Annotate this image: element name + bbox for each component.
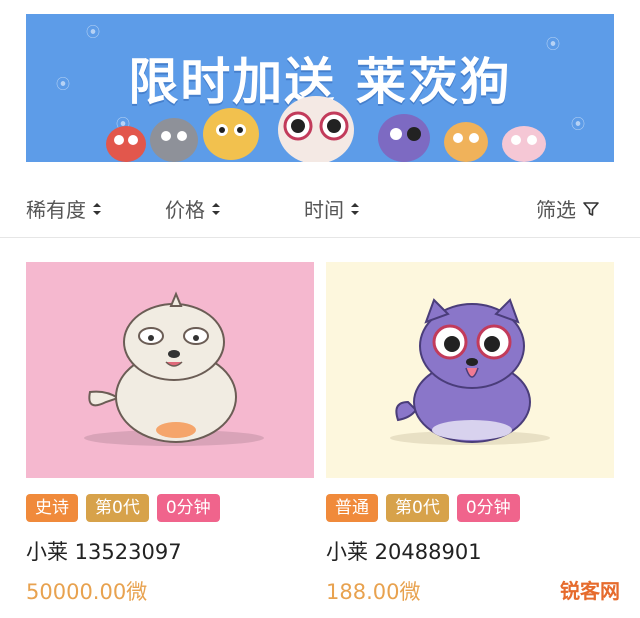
dog-price: 50000.00微 xyxy=(26,580,148,604)
generation-tag: 第0代 xyxy=(386,494,449,522)
cooldown-tag: 0分钟 xyxy=(456,494,520,522)
tag-list: 普通 第0代 0分钟 xyxy=(326,494,614,522)
sort-time-label: 时间 xyxy=(304,198,344,222)
cooldown-tag: 0分钟 xyxy=(156,494,220,522)
tag-list: 史诗 第0代 0分钟 xyxy=(26,494,314,522)
sort-icon xyxy=(212,202,220,215)
filter-button[interactable]: 筛选 xyxy=(536,194,600,223)
dog-gray xyxy=(150,118,198,162)
generation-tag: 第0代 xyxy=(86,494,149,522)
sort-price-label: 价格 xyxy=(165,198,205,222)
banner-dogs-illustration xyxy=(106,96,546,162)
dog-card[interactable]: 史诗 第0代 0分钟 小莱 13523097 50000.00微 xyxy=(26,262,314,606)
site-watermark: 锐客网 xyxy=(552,573,628,606)
dog-card[interactable]: 普通 第0代 0分钟 小莱 20488901 188.00微 xyxy=(326,262,614,606)
dog-white-big-eyes xyxy=(278,96,354,162)
sort-time[interactable]: 时间 xyxy=(304,194,360,223)
promo-banner[interactable]: ⦿ ⦿ ⦿ ⦿ ⦿ 限时加送 莱茨狗 xyxy=(26,14,614,162)
dog-yellow xyxy=(203,108,259,160)
dog-orange xyxy=(444,122,488,162)
white-dog-illustration xyxy=(84,291,264,446)
dog-red xyxy=(106,126,146,162)
sort-icon xyxy=(351,202,359,215)
sort-price[interactable]: 价格 xyxy=(165,194,221,223)
filter-bar: 稀有度 价格 时间 筛选 xyxy=(0,180,640,238)
bone-icon: ⦿ xyxy=(86,25,100,41)
filter-button-label: 筛选 xyxy=(536,198,576,222)
dog-pink xyxy=(502,126,546,162)
funnel-icon xyxy=(583,201,599,216)
dog-name: 小莱 20488901 xyxy=(326,540,482,564)
dog-card-image[interactable] xyxy=(26,262,314,478)
sort-rarity-label: 稀有度 xyxy=(26,198,86,222)
dog-card-image[interactable] xyxy=(326,262,614,478)
dog-name: 小莱 13523097 xyxy=(26,540,182,564)
dog-purple xyxy=(378,114,430,162)
rarity-tag: 史诗 xyxy=(26,494,78,522)
sort-icon xyxy=(93,202,101,215)
purple-dog-illustration xyxy=(390,298,550,445)
sort-rarity[interactable]: 稀有度 xyxy=(26,194,102,223)
rarity-tag: 普通 xyxy=(326,494,378,522)
